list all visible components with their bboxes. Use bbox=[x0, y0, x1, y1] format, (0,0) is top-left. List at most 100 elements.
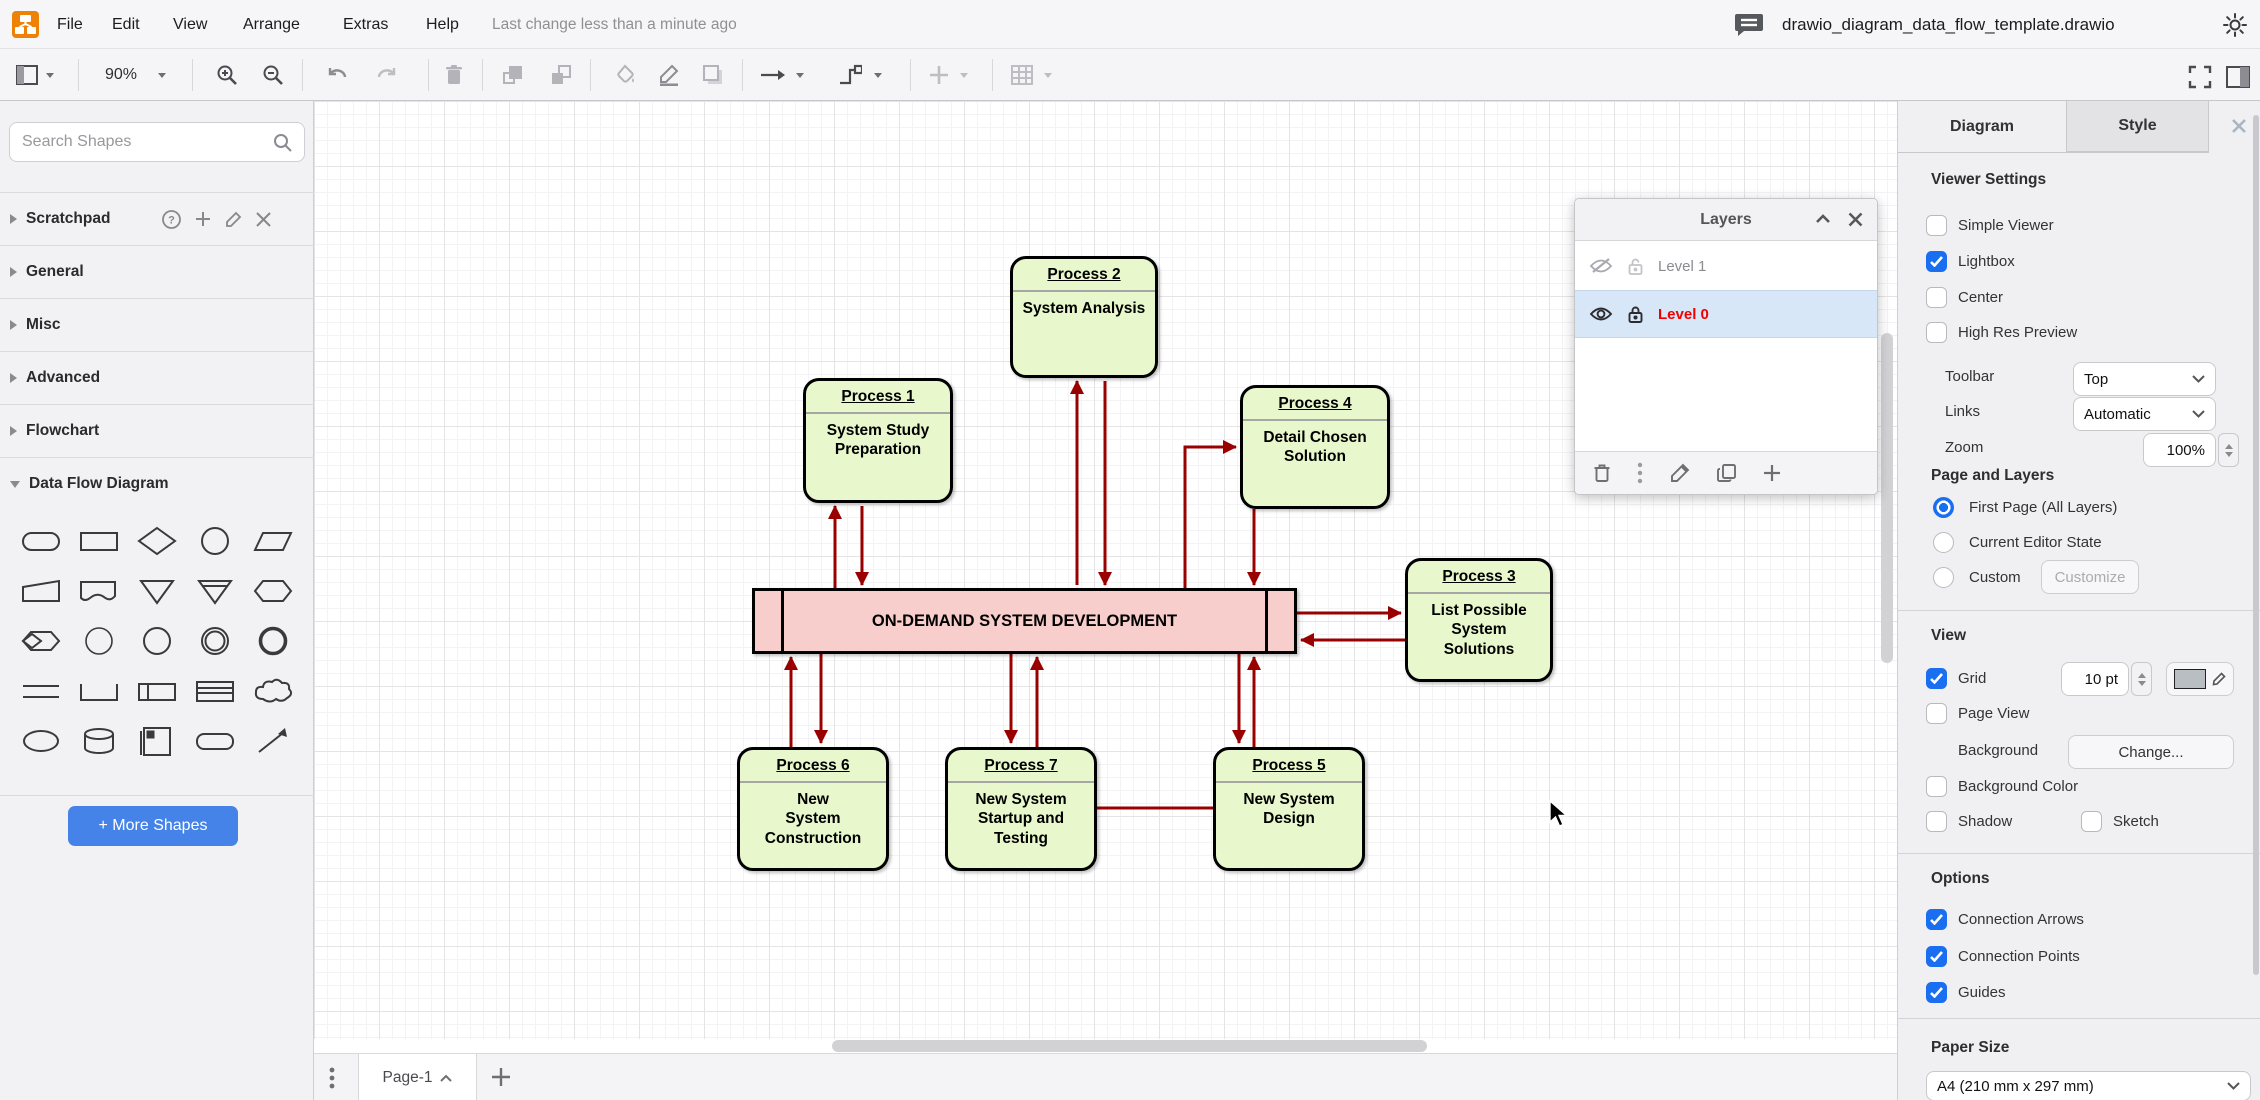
scratchpad-edit-icon[interactable] bbox=[225, 211, 242, 228]
pages-menu-icon[interactable] bbox=[329, 1066, 335, 1090]
scratchpad-close-icon[interactable] bbox=[256, 212, 271, 227]
menu-help[interactable]: Help bbox=[426, 0, 459, 49]
table-dropdown-caret[interactable] bbox=[1044, 63, 1052, 87]
panel-scrollbar[interactable] bbox=[2253, 115, 2259, 975]
shape-double-circle[interactable] bbox=[186, 616, 244, 666]
shape-rounded-rectangle[interactable] bbox=[12, 516, 70, 566]
zoom-out-icon[interactable] bbox=[262, 63, 284, 87]
layer-row-level1[interactable]: Level 1 bbox=[1575, 242, 1877, 290]
process-node-process-2[interactable]: Process 2System Analysis bbox=[1010, 256, 1158, 378]
search-input[interactable] bbox=[22, 133, 273, 151]
horizontal-scrollbar[interactable] bbox=[832, 1040, 1427, 1052]
shape-bold-circle[interactable] bbox=[244, 616, 302, 666]
toolbar-select[interactable]: Top bbox=[2073, 362, 2216, 396]
customize-button[interactable]: Customize bbox=[2041, 560, 2139, 594]
shape-hexagon[interactable] bbox=[244, 566, 302, 616]
shape-inverted-triangle[interactable] bbox=[128, 566, 186, 616]
connection-icon[interactable] bbox=[760, 63, 786, 87]
undo-icon[interactable] bbox=[326, 63, 350, 87]
grid-size-stepper[interactable] bbox=[2131, 662, 2152, 696]
shape-circle-thin[interactable] bbox=[70, 616, 128, 666]
grid-color-button[interactable] bbox=[2166, 662, 2234, 696]
zoom-dropdown-caret[interactable] bbox=[158, 63, 166, 87]
shape-ellipse[interactable] bbox=[12, 716, 70, 766]
visibility-off-icon[interactable] bbox=[1589, 257, 1613, 275]
view-dropdown-caret[interactable] bbox=[46, 63, 54, 87]
grid-checkbox[interactable] bbox=[1926, 668, 1947, 689]
current-editor-state-radio[interactable] bbox=[1933, 532, 1954, 553]
process-node-process-5[interactable]: Process 5New System Design bbox=[1213, 747, 1365, 871]
shape-rounded-box[interactable] bbox=[186, 716, 244, 766]
collapse-icon[interactable] bbox=[1815, 213, 1831, 225]
view-panels-button[interactable] bbox=[14, 63, 40, 87]
first-page-radio[interactable] bbox=[1933, 497, 1954, 518]
unlock-icon[interactable] bbox=[1627, 257, 1644, 276]
sidebar-section-data-flow-diagram[interactable]: Data Flow Diagram bbox=[0, 457, 314, 510]
shadow-checkbox[interactable] bbox=[1926, 811, 1947, 832]
waypoints-dropdown-caret[interactable] bbox=[874, 63, 882, 87]
layer-row-level0[interactable]: Level 0 bbox=[1575, 290, 1877, 338]
shape-divided-rectangle[interactable] bbox=[128, 666, 186, 716]
tab-diagram[interactable]: Diagram bbox=[1898, 101, 2066, 152]
center-checkbox[interactable] bbox=[1926, 287, 1947, 308]
format-panel-toggle-icon[interactable] bbox=[2226, 65, 2250, 89]
close-icon[interactable] bbox=[1848, 212, 1863, 227]
links-select[interactable]: Automatic bbox=[2073, 397, 2216, 431]
insert-icon[interactable] bbox=[928, 63, 950, 87]
process-node-process-1[interactable]: Process 1System Study Preparation bbox=[803, 378, 953, 503]
light-mode-icon[interactable] bbox=[2222, 12, 2248, 38]
guides-checkbox[interactable] bbox=[1926, 982, 1947, 1003]
shape-diamond[interactable] bbox=[128, 516, 186, 566]
shape-funnel[interactable] bbox=[186, 566, 244, 616]
layers-window-titlebar[interactable]: Layers bbox=[1575, 199, 1877, 241]
page-view-checkbox[interactable] bbox=[1926, 703, 1947, 724]
high-res-preview-checkbox[interactable] bbox=[1926, 322, 1947, 343]
shape-manual-operation[interactable] bbox=[12, 566, 70, 616]
edit-layer-icon[interactable] bbox=[1669, 463, 1691, 483]
background-color-checkbox[interactable] bbox=[1926, 776, 1947, 797]
waypoints-icon[interactable] bbox=[838, 63, 862, 87]
shape-circle-plain[interactable] bbox=[128, 616, 186, 666]
sidebar-section-flowchart[interactable]: Flowchart bbox=[0, 404, 314, 457]
process-node-process-4[interactable]: Process 4Detail Chosen Solution bbox=[1240, 385, 1390, 509]
visibility-on-icon[interactable] bbox=[1589, 305, 1613, 323]
lightbox-checkbox[interactable] bbox=[1926, 251, 1947, 272]
sidebar-section-general[interactable]: General bbox=[0, 245, 314, 298]
shape-circle[interactable] bbox=[186, 516, 244, 566]
menu-file[interactable]: File bbox=[57, 0, 83, 49]
paper-size-select[interactable]: A4 (210 mm x 297 mm) bbox=[1926, 1071, 2251, 1100]
shape-diagonal-arrow[interactable] bbox=[244, 716, 302, 766]
sketch-checkbox[interactable] bbox=[2081, 811, 2102, 832]
shape-rectangle[interactable] bbox=[70, 516, 128, 566]
connection-points-checkbox[interactable] bbox=[1926, 946, 1947, 967]
shape-cylinder[interactable] bbox=[70, 716, 128, 766]
tab-page-1[interactable]: Page-1 bbox=[358, 1054, 477, 1100]
delete-layer-icon[interactable] bbox=[1593, 463, 1611, 483]
duplicate-layer-icon[interactable] bbox=[1717, 463, 1737, 483]
grid-size-input[interactable]: 10 pt bbox=[2061, 662, 2129, 696]
shape-note[interactable] bbox=[128, 716, 186, 766]
shape-header-rectangle[interactable] bbox=[186, 666, 244, 716]
to-back-icon[interactable] bbox=[550, 63, 572, 87]
process-node-process-6[interactable]: Process 6New System Construction bbox=[737, 747, 889, 871]
process-node-process-3[interactable]: Process 3List Possible System Solutions bbox=[1405, 558, 1553, 682]
sidebar-section-misc[interactable]: Misc bbox=[0, 298, 314, 351]
vertical-scrollbar[interactable] bbox=[1881, 333, 1893, 663]
delete-icon[interactable] bbox=[444, 63, 464, 87]
comments-icon[interactable] bbox=[1734, 12, 1764, 38]
to-front-icon[interactable] bbox=[502, 63, 524, 87]
fill-color-icon[interactable] bbox=[614, 63, 636, 87]
custom-radio[interactable] bbox=[1933, 567, 1954, 588]
menu-arrange[interactable]: Arrange bbox=[243, 0, 300, 49]
connection-dropdown-caret[interactable] bbox=[796, 63, 804, 87]
redo-icon[interactable] bbox=[374, 63, 398, 87]
scratchpad-add-icon[interactable] bbox=[195, 211, 211, 227]
add-layer-icon[interactable] bbox=[1763, 464, 1781, 482]
menu-extras[interactable]: Extras bbox=[343, 0, 388, 49]
connection-arrows-checkbox[interactable] bbox=[1926, 909, 1947, 930]
add-page-icon[interactable] bbox=[490, 1066, 512, 1088]
more-shapes-button[interactable]: + More Shapes bbox=[68, 806, 238, 846]
menu-view[interactable]: View bbox=[173, 0, 207, 49]
line-color-icon[interactable] bbox=[658, 63, 680, 87]
simple-viewer-checkbox[interactable] bbox=[1926, 215, 1947, 236]
